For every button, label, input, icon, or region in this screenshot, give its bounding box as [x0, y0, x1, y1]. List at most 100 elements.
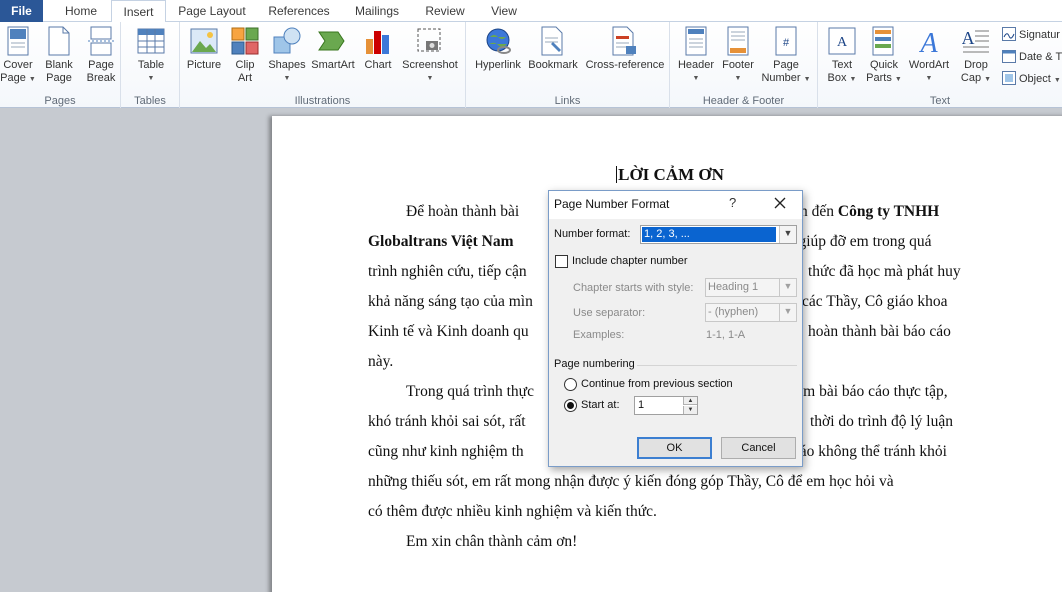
text-run-bold: Globaltrans Việt Nam: [368, 233, 514, 250]
date-time-button[interactable]: Date & T: [1002, 48, 1062, 68]
dropdown-arrow-icon: ▼: [849, 76, 857, 83]
examples-value: 1-1, 1-A: [706, 329, 746, 341]
cover-page-button[interactable]: Cover Page ▼: [0, 25, 36, 86]
footer-button[interactable]: Footer ▼: [718, 25, 758, 85]
cancel-button[interactable]: Cancel: [721, 437, 796, 459]
tab-page-layout[interactable]: Page Layout: [172, 0, 252, 22]
shapes-button[interactable]: Shapes ▼: [266, 25, 308, 85]
group-links: Hyperlink Bookmark Cross-reference Links: [466, 22, 670, 108]
group-text-label: Text: [929, 95, 951, 107]
bookmark-button[interactable]: Bookmark: [526, 25, 580, 72]
chapter-style-select[interactable]: Heading 1 ▼: [705, 278, 797, 297]
page-break-button[interactable]: Page Break: [82, 25, 120, 85]
number-format-select[interactable]: 1, 2, 3, ... ▼: [640, 225, 797, 244]
drop-cap-button[interactable]: A Drop Cap ▼: [956, 25, 996, 86]
tab-mailings[interactable]: Mailings: [346, 0, 408, 22]
chevron-down-icon[interactable]: ▼: [779, 226, 796, 243]
text-run: có thêm được nhiều kinh nghiệm và kiến t…: [368, 503, 657, 520]
chevron-down-icon[interactable]: ▼: [779, 304, 796, 321]
tab-file[interactable]: File: [0, 0, 43, 22]
ok-button[interactable]: OK: [637, 437, 712, 459]
tab-home[interactable]: Home: [55, 0, 107, 22]
examples-label: Examples:: [573, 329, 625, 341]
text-box-button[interactable]: A Text Box ▼: [822, 25, 862, 86]
include-chapter-checkbox[interactable]: [555, 255, 568, 268]
paragraph-line: có thêm được nhiều kinh nghiệm và kiến t…: [368, 497, 970, 527]
chapter-style-value: Heading 1: [708, 281, 759, 293]
clip-art-label-1: Clip: [235, 59, 255, 71]
cover-page-label-2: Page: [0, 72, 26, 84]
text-run: Em xin chân thành cảm ơn!: [406, 533, 578, 550]
drop-cap-label-2: Cap: [960, 72, 982, 84]
clip-art-button[interactable]: Clip Art: [228, 25, 262, 85]
page-break-label-2: Break: [86, 72, 116, 84]
help-button[interactable]: ?: [729, 195, 736, 210]
continue-previous-radio[interactable]: [564, 378, 577, 391]
dropdown-arrow-icon: ▼: [925, 75, 933, 82]
include-chapter-label[interactable]: Include chapter number: [572, 255, 688, 267]
chart-button[interactable]: Chart: [360, 25, 396, 72]
drop-cap-icon: A: [961, 25, 991, 57]
table-button[interactable]: Table ▼: [133, 25, 169, 85]
screenshot-label: Screenshot: [402, 59, 458, 71]
tab-insert[interactable]: Insert: [111, 0, 166, 23]
start-at-label[interactable]: Start at:: [581, 399, 620, 411]
tab-references[interactable]: References: [262, 0, 336, 22]
text-run: cũng như kinh nghiệm th: [368, 443, 524, 460]
header-label: Header: [677, 59, 715, 71]
text-run: trình nghiên cứu, tiếp cận: [368, 263, 527, 280]
spin-up-icon[interactable]: ▲: [683, 397, 697, 405]
picture-icon: [189, 25, 219, 57]
close-button[interactable]: [771, 194, 789, 212]
chevron-down-icon[interactable]: ▼: [779, 279, 796, 296]
page-break-icon: [86, 25, 116, 57]
object-label: Object: [1019, 73, 1051, 85]
page-number-format-dialog: Page Number Format ? Number format: 1, 2…: [548, 190, 803, 467]
wordart-icon: A: [914, 25, 944, 57]
text-run-bold: Công ty TNHH: [837, 203, 940, 220]
blank-page-button[interactable]: Blank Page: [42, 25, 76, 85]
cross-reference-button[interactable]: Cross-reference: [582, 25, 668, 72]
continue-previous-label[interactable]: Continue from previous section: [581, 378, 733, 390]
document-title: LỜI CẢM ƠN: [472, 165, 868, 185]
signature-line-button[interactable]: Signatur: [1002, 26, 1060, 46]
paragraph-3: Em xin chân thành cảm ơn!: [368, 527, 970, 557]
smartart-button[interactable]: SmartArt: [310, 25, 356, 72]
paragraph-line: Em xin chân thành cảm ơn!: [368, 527, 970, 557]
tab-review[interactable]: Review: [418, 0, 472, 22]
tab-view[interactable]: View: [482, 0, 526, 22]
footer-label: Footer: [722, 59, 754, 71]
text-run: các Thầy, Cô giáo khoa: [802, 293, 948, 310]
group-header-footer: Header ▼ Footer ▼ # Page Number ▼ Header…: [670, 22, 818, 108]
header-button[interactable]: Header ▼: [674, 25, 718, 85]
group-illustrations: Picture Clip Art Shapes ▼ SmartArt Chart…: [180, 22, 466, 108]
screenshot-icon: [415, 25, 445, 57]
object-button[interactable]: Object ▼: [1002, 70, 1061, 90]
screenshot-button[interactable]: Screenshot ▼: [400, 25, 460, 85]
start-at-spinner[interactable]: 1 ▲ ▼: [634, 396, 698, 415]
number-format-label: Number format:: [554, 228, 631, 240]
hyperlink-button[interactable]: Hyperlink: [470, 25, 526, 72]
quick-parts-button[interactable]: Quick Parts ▼: [864, 25, 904, 86]
text-run: khó tránh khỏi sai sót, rất: [368, 413, 526, 430]
group-tables: Table ▼ Tables: [121, 22, 180, 108]
dropdown-arrow-icon: ▼: [283, 75, 291, 82]
text-box-label-1: Text: [831, 59, 853, 71]
picture-button[interactable]: Picture: [184, 25, 224, 72]
page-number-button[interactable]: # Page Number ▼: [760, 25, 812, 86]
text-run: báo không thể tránh khỏi: [792, 443, 947, 460]
start-at-radio[interactable]: [564, 399, 577, 412]
number-format-value: 1, 2, 3, ...: [642, 227, 776, 242]
text-run: này.: [368, 353, 394, 370]
dialog-titlebar[interactable]: Page Number Format ?: [549, 191, 802, 219]
document-workspace: LỜI CẢM ƠN Để hoàn thành bài n đến Công t…: [0, 108, 1062, 592]
wordart-button[interactable]: A WordArt ▼: [904, 25, 954, 85]
smartart-icon: [318, 25, 348, 57]
dropdown-arrow-icon: ▼: [734, 75, 742, 82]
text-run: n đến: [800, 203, 835, 220]
group-tables-label: Tables: [134, 95, 166, 107]
text-box-label-2: Box: [827, 72, 847, 84]
separator-select[interactable]: - (hyphen) ▼: [705, 303, 797, 322]
shapes-label: Shapes: [268, 59, 306, 71]
spin-down-icon[interactable]: ▼: [683, 406, 697, 414]
